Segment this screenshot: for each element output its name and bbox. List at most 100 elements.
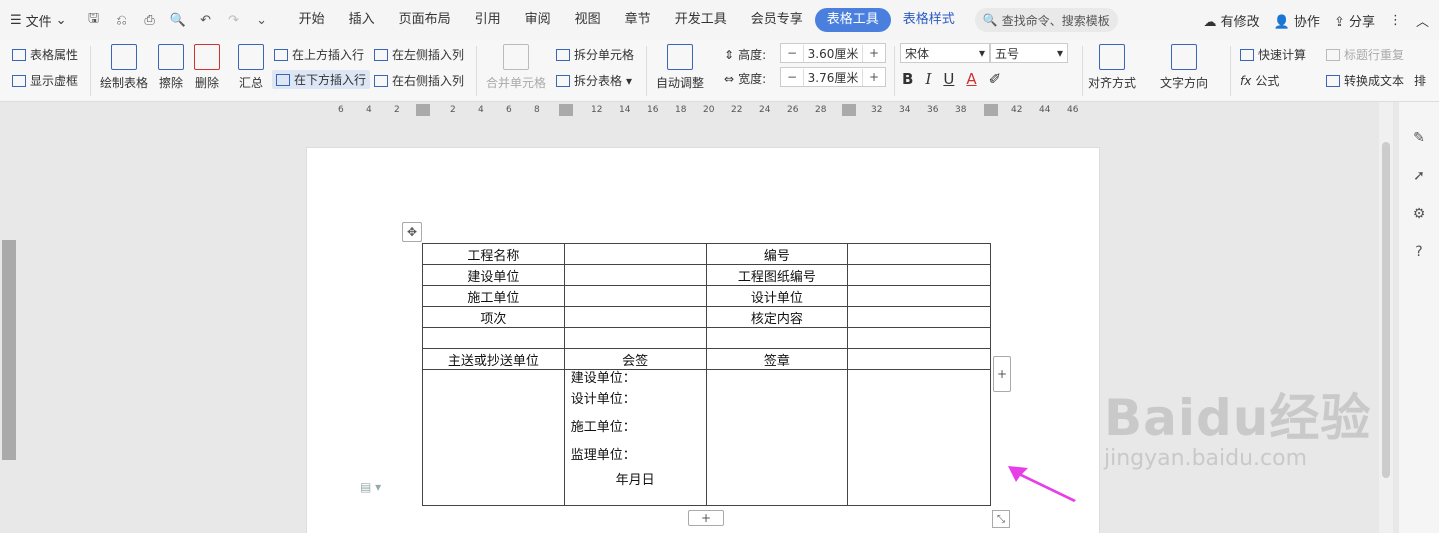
minus-icon[interactable]: − (781, 46, 803, 60)
table-cell[interactable]: 签章 (705, 348, 849, 370)
table-props-button[interactable]: 表格属性 (12, 46, 78, 63)
tab-home[interactable]: 开始 (287, 8, 337, 32)
erase-button[interactable]: 擦除 (158, 44, 184, 91)
split-cells-button[interactable]: 拆分单元格 (556, 46, 634, 63)
split-table-button[interactable]: 拆分表格 ▾ (556, 72, 632, 89)
tab-insert[interactable]: 插入 (337, 8, 387, 32)
ruler-marker[interactable] (984, 104, 998, 116)
print-preview-icon[interactable]: 🔍 (167, 13, 189, 28)
table-cell[interactable] (847, 306, 991, 328)
convert-text-button[interactable]: 转换成文本 (1326, 72, 1404, 89)
collapse-ribbon-icon[interactable]: ︿ (1416, 11, 1429, 30)
table-cell[interactable]: 主送或抄送单位 (422, 348, 565, 370)
table-cell[interactable] (563, 285, 707, 307)
table-cell[interactable] (422, 327, 565, 349)
sign-cell[interactable]: 建设单位： 设计单位： 施工单位： 监理单位： 年月日 (563, 369, 707, 506)
tab-review[interactable]: 审阅 (513, 8, 563, 32)
table-cell[interactable]: 建设单位 (422, 264, 565, 286)
table-cell[interactable] (847, 264, 991, 286)
table-cell[interactable] (705, 327, 849, 349)
share-button[interactable]: ⇪ 分享 (1334, 11, 1375, 30)
auto-adjust-button[interactable]: 自动调整 (656, 44, 704, 91)
plus-icon[interactable]: + (863, 70, 885, 84)
ruler-marker[interactable] (416, 104, 430, 116)
format-painter-icon[interactable]: ⎌ (111, 13, 133, 28)
height-value[interactable]: 3.60厘米 (803, 44, 863, 62)
delete-button[interactable]: 删除 (194, 44, 220, 91)
width-stepper[interactable]: −3.76厘米 + (780, 67, 886, 87)
insert-below-button[interactable]: 在下方插入行 (272, 70, 371, 89)
size-select[interactable]: 五号 ▾ (990, 43, 1068, 63)
table-cell[interactable] (563, 243, 707, 265)
settings-sliders-icon[interactable]: ⚙ (1413, 206, 1426, 222)
tab-view[interactable]: 视图 (563, 8, 613, 32)
help-icon[interactable]: ? (1415, 244, 1422, 260)
height-stepper[interactable]: −3.60厘米 + (780, 43, 886, 63)
vertical-ruler[interactable] (0, 120, 18, 533)
print-icon[interactable]: ⎙ (139, 13, 161, 28)
show-grid-button[interactable]: 显示虚框 (12, 72, 78, 89)
table-cell[interactable] (847, 327, 991, 349)
tab-table-tools[interactable]: 表格工具 (814, 8, 891, 32)
insert-above-button[interactable]: 在上方插入行 (274, 46, 364, 63)
document-table[interactable]: 工程名称 编号 建设单位 工程图纸编号 施工单位 设计单位 项次 核定内容 主送… (422, 243, 991, 506)
quick-calc-button[interactable]: 快速计算 (1240, 46, 1306, 63)
minus-icon[interactable]: − (781, 70, 803, 84)
bold-icon[interactable]: B (902, 70, 913, 88)
highlight-icon[interactable]: ✐ (989, 70, 1002, 88)
tab-table-style[interactable]: 表格样式 (891, 8, 967, 32)
align-button[interactable]: 对齐方式 (1088, 44, 1136, 91)
collab-button[interactable]: 👤 协作 (1274, 11, 1320, 30)
tab-member[interactable]: 会员专享 (739, 8, 815, 32)
table-cell[interactable] (563, 306, 707, 328)
ruler-marker[interactable] (842, 104, 856, 116)
insert-left-button[interactable]: 在左侧插入列 (374, 46, 464, 63)
table-cell[interactable] (563, 264, 707, 286)
edit-pen-icon[interactable]: ✎ (1413, 130, 1425, 146)
table-move-handle[interactable]: ✥ (402, 222, 422, 242)
table-cell[interactable] (847, 348, 991, 370)
table-cell[interactable] (563, 327, 707, 349)
more-icon[interactable]: ⋮ (1389, 13, 1402, 28)
table-resize-handle[interactable]: ⤡ (992, 510, 1010, 528)
table-cell[interactable]: 工程名称 (422, 243, 565, 265)
repeat-header-button[interactable]: 标题行重复 (1326, 46, 1404, 63)
file-menu[interactable]: ☰ 文件 ⌄ (0, 0, 77, 40)
table-cell[interactable] (847, 243, 991, 265)
font-color-icon[interactable]: A (966, 70, 976, 88)
table-cell[interactable] (422, 369, 565, 506)
table-cell[interactable]: 核定内容 (705, 306, 849, 328)
formula-button[interactable]: fx 公式 (1240, 72, 1279, 89)
font-select[interactable]: 宋体 ▾ (900, 43, 990, 63)
draw-table-button[interactable]: 绘制表格 (100, 44, 148, 91)
plus-icon[interactable]: + (863, 46, 885, 60)
tab-chapter[interactable]: 章节 (613, 8, 663, 32)
search-box[interactable]: 🔍 查找命令、搜索模板 (974, 8, 1118, 32)
tab-page-layout[interactable]: 页面布局 (387, 8, 463, 32)
table-cell[interactable]: 设计单位 (705, 285, 849, 307)
italic-icon[interactable]: I (925, 70, 931, 88)
scrollbar-thumb[interactable] (1382, 142, 1390, 478)
summary-button[interactable]: 汇总 (238, 44, 264, 91)
insert-right-button[interactable]: 在右侧插入列 (374, 72, 464, 89)
table-cell[interactable]: 施工单位 (422, 285, 565, 307)
tab-references[interactable]: 引用 (463, 8, 513, 32)
customize-chevron-icon[interactable]: ⌄ (251, 13, 273, 28)
width-value[interactable]: 3.76厘米 (803, 68, 863, 86)
add-column-button[interactable]: + (993, 356, 1011, 392)
table-cell[interactable]: 编号 (705, 243, 849, 265)
merge-cells-button[interactable]: 合并单元格 (486, 44, 546, 91)
underline-icon[interactable]: U (943, 70, 954, 88)
table-cell[interactable] (847, 369, 991, 506)
cursor-icon[interactable]: ➚ (1413, 168, 1425, 184)
paragraph-icon[interactable]: ▤ ▾ (360, 480, 381, 494)
horizontal-ruler[interactable]: 6 4 2 2 4 6 8 12 14 16 18 20 22 24 26 28 32 34 36 38 42 44 46 (0, 102, 1400, 120)
add-row-button[interactable]: + (688, 510, 724, 526)
undo-icon[interactable]: ↶ (195, 13, 217, 28)
tab-developer[interactable]: 开发工具 (663, 8, 739, 32)
sort-button[interactable]: 排 (1414, 72, 1426, 89)
redo-icon[interactable]: ↷ (223, 13, 245, 28)
ruler-marker[interactable] (559, 104, 573, 116)
table-cell[interactable]: 项次 (422, 306, 565, 328)
table-cell[interactable]: 工程图纸编号 (705, 264, 849, 286)
